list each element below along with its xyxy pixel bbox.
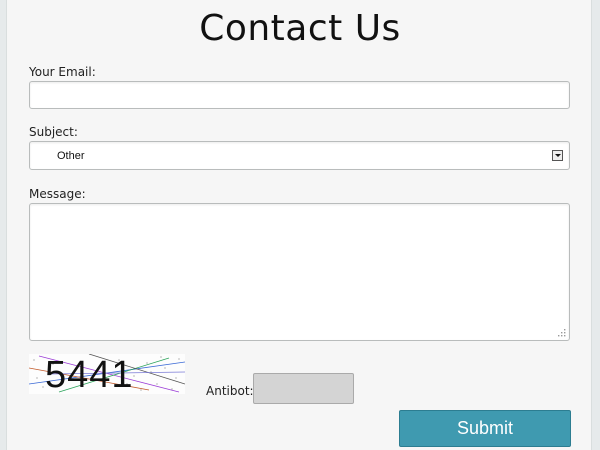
message-label: Message: bbox=[29, 187, 86, 201]
page-title: Contact Us bbox=[199, 8, 401, 49]
subject-label: Subject: bbox=[29, 125, 78, 139]
captcha-image: 5441 bbox=[29, 354, 185, 394]
captcha-text: 5441 bbox=[45, 354, 134, 394]
subject-select[interactable]: Other bbox=[29, 141, 570, 170]
resize-grip-icon[interactable] bbox=[557, 328, 566, 337]
submit-button[interactable]: Submit bbox=[399, 410, 571, 447]
email-field[interactable] bbox=[29, 81, 570, 109]
chevron-down-icon[interactable] bbox=[552, 150, 563, 161]
message-textarea[interactable] bbox=[29, 203, 570, 341]
subject-selected-value: Other bbox=[57, 150, 85, 162]
antibot-input[interactable] bbox=[253, 373, 354, 404]
email-label: Your Email: bbox=[29, 65, 96, 79]
antibot-label: Antibot: bbox=[206, 384, 254, 398]
